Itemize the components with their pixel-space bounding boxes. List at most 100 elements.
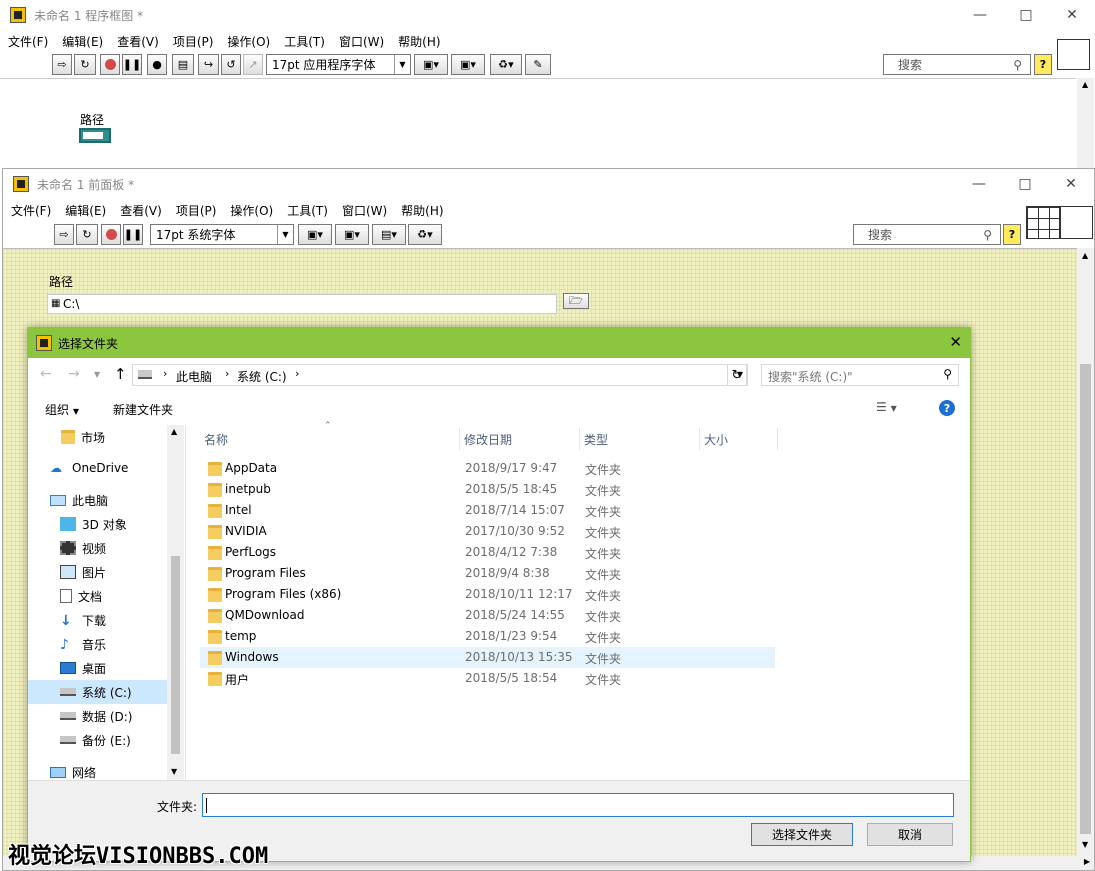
file-row[interactable]: Intel 2018/7/14 15:07 文件夹 [200, 500, 775, 521]
help-icon[interactable]: ? [1003, 224, 1021, 245]
breadcrumb-system-c[interactable]: 系统 (C:) [237, 368, 287, 385]
column-header-size[interactable]: 大小 [700, 428, 778, 450]
reorder-icon[interactable]: ♻▾ [490, 54, 522, 75]
file-row[interactable]: Program Files (x86) 2018/10/11 12:17 文件夹 [200, 584, 775, 605]
menu-window[interactable]: 窗口(W) [332, 33, 391, 50]
browse-folder-icon[interactable]: 🗁 [563, 293, 589, 309]
diagram-canvas[interactable]: 路径 [0, 78, 1076, 170]
vi-icon[interactable] [1057, 39, 1090, 70]
scroll-down-icon[interactable]: ▼ [171, 767, 177, 776]
menu-file[interactable]: 文件(F) [4, 202, 58, 219]
menu-window[interactable]: 窗口(W) [335, 202, 394, 219]
help-icon[interactable]: ? [939, 400, 955, 416]
abort-icon[interactable] [101, 224, 121, 245]
menu-project[interactable]: 项目(P) [166, 33, 221, 50]
pause-icon[interactable]: ❚❚ [123, 224, 143, 245]
resize-objects-icon[interactable]: ▤▾ [372, 224, 406, 245]
vi-icon[interactable] [1060, 206, 1093, 239]
file-row[interactable]: Windows 2018/10/13 15:35 文件夹 [200, 647, 775, 668]
step-out-icon[interactable]: ↗ [243, 54, 263, 75]
file-row[interactable]: PerfLogs 2018/4/12 7:38 文件夹 [200, 542, 775, 563]
nav-item-this-pc[interactable]: 此电脑 [50, 488, 108, 512]
organize-button[interactable]: 组织 ▼ [45, 401, 79, 418]
diagram-search-input[interactable]: 搜索 ⚲ [883, 54, 1031, 75]
recent-locations-icon[interactable]: ▼ [94, 370, 100, 379]
scroll-down-icon[interactable]: ▼ [1082, 840, 1088, 849]
align-objects-icon[interactable]: ▣▾ [414, 54, 448, 75]
cancel-button[interactable]: 取消 [867, 823, 953, 846]
cleanup-diagram-icon[interactable]: ✎ [525, 54, 551, 75]
scroll-up-icon[interactable]: ▲ [171, 427, 177, 436]
step-into-icon[interactable]: ↪ [198, 54, 219, 75]
pane-divider[interactable] [185, 425, 186, 781]
nav-item-videos[interactable]: 视频 [60, 536, 106, 560]
nav-item-3d-objects[interactable]: 3D 对象 [60, 512, 127, 536]
run-arrow-icon[interactable]: ⇨ [52, 54, 72, 75]
path-terminal-icon[interactable] [79, 128, 111, 143]
minimize-button[interactable]: — [957, 0, 1003, 30]
maximize-button[interactable]: □ [1002, 169, 1048, 199]
distribute-objects-icon[interactable]: ▣▾ [335, 224, 369, 245]
select-folder-button[interactable]: 选择文件夹 [751, 823, 853, 846]
connector-pane-icon[interactable] [1026, 206, 1060, 239]
up-icon[interactable]: ↑ [114, 365, 127, 383]
nav-item-pictures[interactable]: 图片 [60, 560, 106, 584]
retain-wire-values-icon[interactable]: ▤ [172, 54, 194, 75]
path-control[interactable]: ▦ C:\ [47, 294, 557, 314]
new-folder-button[interactable]: 新建文件夹 [113, 401, 173, 418]
breadcrumb-this-pc[interactable]: 此电脑 [176, 368, 212, 385]
step-over-icon[interactable]: ↺ [221, 54, 241, 75]
help-icon[interactable]: ? [1034, 54, 1052, 75]
menu-help[interactable]: 帮助(H) [394, 202, 450, 219]
file-row[interactable]: NVIDIA 2017/10/30 9:52 文件夹 [200, 521, 775, 542]
nav-item-music[interactable]: ♪ 音乐 [60, 632, 106, 656]
menu-operate[interactable]: 操作(O) [220, 33, 277, 50]
folder-name-input[interactable] [202, 793, 954, 817]
abort-icon[interactable] [100, 54, 120, 75]
scroll-up-icon[interactable]: ▲ [1082, 80, 1088, 89]
file-row[interactable]: temp 2018/1/23 9:54 文件夹 [200, 626, 775, 647]
file-row[interactable]: inetpub 2018/5/5 18:45 文件夹 [200, 479, 775, 500]
scroll-up-icon[interactable]: ▲ [1082, 251, 1088, 260]
pause-icon[interactable]: ❚❚ [122, 54, 142, 75]
file-row[interactable]: Program Files 2018/9/4 8:38 文件夹 [200, 563, 775, 584]
column-header-date[interactable]: 修改日期 [460, 428, 580, 450]
file-row[interactable]: AppData 2018/9/17 9:47 文件夹 [200, 458, 775, 479]
nav-item-documents[interactable]: 文档 [60, 584, 102, 608]
distribute-objects-icon[interactable]: ▣▾ [451, 54, 485, 75]
column-header-type[interactable]: 类型 [580, 428, 700, 450]
nav-item-desktop[interactable]: 桌面 [60, 656, 106, 680]
back-icon[interactable]: ← [40, 366, 52, 382]
run-arrow-icon[interactable]: ⇨ [54, 224, 74, 245]
close-button[interactable]: ✕ [1048, 169, 1094, 199]
align-objects-icon[interactable]: ▣▾ [298, 224, 332, 245]
close-button[interactable]: ✕ [1049, 0, 1095, 30]
menu-view[interactable]: 查看(V) [113, 202, 169, 219]
minimize-button[interactable]: — [956, 169, 1002, 199]
menu-tools[interactable]: 工具(T) [280, 202, 335, 219]
menu-help[interactable]: 帮助(H) [391, 33, 447, 50]
menu-operate[interactable]: 操作(O) [223, 202, 280, 219]
dialog-close-button[interactable]: ✕ [949, 333, 962, 351]
menu-edit[interactable]: 编辑(E) [55, 33, 110, 50]
nav-item-system-c[interactable]: 系统 (C:) [60, 680, 132, 704]
run-continuously-icon[interactable]: ↻ [74, 54, 96, 75]
menu-view[interactable]: 查看(V) [110, 33, 166, 50]
column-header-name[interactable]: 名称 [200, 428, 460, 450]
menu-tools[interactable]: 工具(T) [277, 33, 332, 50]
menu-file[interactable]: 文件(F) [1, 33, 55, 50]
file-row[interactable]: 用户 2018/5/5 18:54 文件夹 [200, 668, 775, 689]
nav-scrollbar[interactable]: ▲ ▼ [167, 425, 184, 781]
dialog-search-input[interactable]: 搜索"系统 (C:)" ⚲ [761, 364, 959, 386]
font-select[interactable]: 17pt 系统字体 ▼ [150, 224, 294, 245]
maximize-button[interactable]: □ [1003, 0, 1049, 30]
panel-vscrollbar[interactable]: ▲ ▼ [1077, 248, 1094, 856]
scroll-thumb[interactable] [1080, 364, 1091, 834]
nav-item-data-d[interactable]: 数据 (D:) [60, 704, 132, 728]
file-row[interactable]: QMDownload 2018/5/24 14:55 文件夹 [200, 605, 775, 626]
scroll-right-icon[interactable]: ▶ [1084, 857, 1090, 866]
panel-search-input[interactable]: 搜索 ⚲ [853, 224, 1001, 245]
refresh-icon[interactable]: ↻ [727, 364, 747, 386]
run-continuously-icon[interactable]: ↻ [76, 224, 98, 245]
nav-item-downloads[interactable]: ↓ 下载 [60, 608, 106, 632]
